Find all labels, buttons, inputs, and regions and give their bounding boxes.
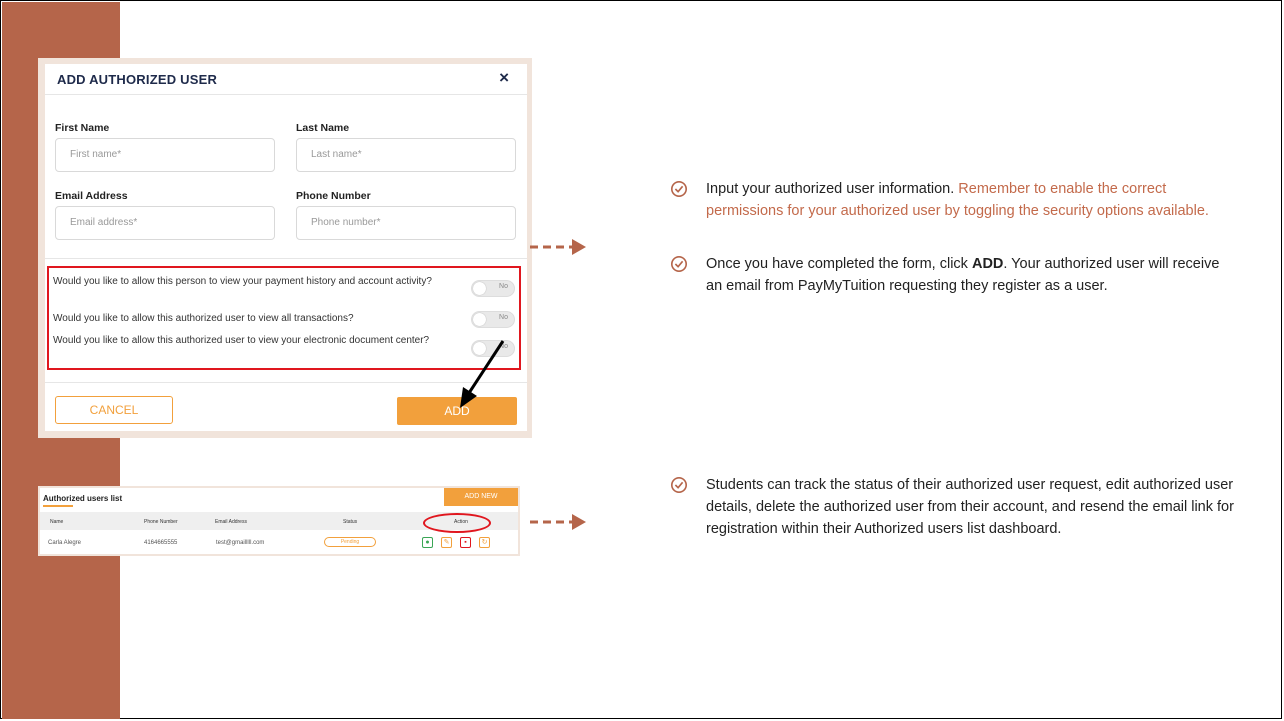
email-input[interactable]: Email address* [55,206,275,240]
modal-title: ADD AUTHORIZED USER [57,72,218,87]
close-icon[interactable]: × [499,68,509,88]
status-badge: Pending [324,537,376,547]
check-circle-icon [670,180,688,198]
row-phone: 4164665555 [144,540,178,546]
column-header: Status [343,519,358,525]
dashed-arrow-icon [530,239,586,255]
delete-icon[interactable]: ▪ [460,537,471,548]
instruction-bullet-3: Students can track the status of their a… [670,474,1272,574]
first-name-label: First Name [55,122,110,134]
check-circle-icon [670,255,688,273]
view-icon[interactable]: ● [422,537,433,548]
list-title: Authorized users list [43,494,123,503]
modal-header-divider [45,94,527,95]
instruction-bullet-2: Once you have completed the form, click … [670,253,1272,323]
bullet-1-text: Input your authorized user information. … [706,178,1236,222]
toggle-label: No [499,314,508,321]
form-divider [45,258,527,259]
row-name: Carla Alegre [48,540,82,546]
permission-payment-history-label: Would you like to allow this person to v… [53,276,432,287]
toggle-knob [473,282,486,295]
action-column-highlight [423,513,491,533]
edit-icon[interactable]: ✎ [441,537,452,548]
instruction-bullet-1: Input your authorized user information. … [670,178,1272,248]
toggle-label: No [499,283,508,290]
permission-transactions-label: Would you like to allow this authorized … [53,313,354,324]
permission-payment-history-toggle[interactable]: No [471,280,515,297]
bullet-2-bold: ADD [971,256,1004,272]
column-header: Email Address [215,519,247,525]
cancel-button[interactable]: CANCEL [55,396,173,424]
permission-document-center-label: Would you like to allow this authorized … [53,335,430,346]
permission-transactions-toggle[interactable]: No [471,311,515,328]
column-header: Phone Number [144,519,178,525]
resend-icon[interactable]: ↻ [479,537,490,548]
bullet-3-text: Students can track the status of their a… [706,477,1234,537]
pointer-arrow-icon [460,340,505,408]
bullet-2-pre: Once you have completed the form, click [706,256,972,272]
first-name-input[interactable]: First name* [55,138,275,172]
phone-label: Phone Number [296,190,371,202]
bullet-1-main: Input your authorized user information. [706,181,959,197]
dashed-arrow-icon [530,514,586,530]
toggle-knob [473,313,486,326]
bullet-2-text: Once you have completed the form, click … [706,253,1236,297]
list-title-underline [43,505,73,507]
last-name-label: Last Name [296,122,350,134]
check-circle-icon [670,476,688,494]
add-new-button[interactable]: ADD NEW [444,488,518,506]
email-label: Email Address [55,190,128,202]
last-name-input[interactable]: Last name* [296,138,516,172]
phone-input[interactable]: Phone number* [296,206,516,240]
row-email: test@gmailllll.com [216,540,265,546]
column-header: Name [50,519,64,525]
